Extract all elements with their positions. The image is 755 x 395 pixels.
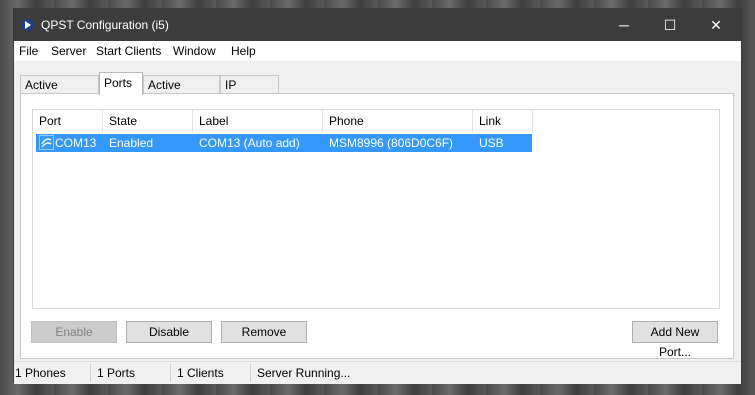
add-new-port-button[interactable]: Add New Port...	[632, 321, 718, 359]
menu-server[interactable]: Server	[51, 44, 86, 58]
tab-active-clients[interactable]: Active Clients	[143, 75, 220, 111]
column-header-link[interactable]: Link	[473, 110, 533, 132]
status-bar: 1 Phones 1 Ports 1 Clients Server Runnin…	[14, 361, 741, 384]
ports-list[interactable]: Port State Label Phone Link COM13 Enable…	[32, 109, 720, 309]
enable-button[interactable]: Enable	[31, 321, 117, 343]
menu-help[interactable]: Help	[231, 44, 256, 58]
close-button[interactable]: ✕	[693, 9, 739, 41]
window-title: QPST Configuration (i5)	[41, 18, 169, 32]
tab-ip-server[interactable]: IP Server	[220, 75, 279, 111]
serial-port-icon	[39, 135, 54, 150]
table-row[interactable]: COM13 Enabled COM13 (Auto add) MSM8996 (…	[36, 134, 532, 152]
qpst-window: QPST Configuration (i5) ─ ☐ ✕ File Serve…	[13, 8, 742, 384]
cell-label: COM13 (Auto add)	[199, 136, 300, 150]
menu-start-clients[interactable]: Start Clients	[96, 44, 161, 58]
remove-button[interactable]: Remove	[221, 321, 307, 343]
cell-phone: MSM8996 (806D0C6F)	[329, 136, 454, 150]
menu-file[interactable]: File	[19, 44, 38, 58]
cell-link: USB	[479, 136, 504, 150]
tab-active-phones[interactable]: Active Phones	[20, 75, 99, 111]
column-header-label[interactable]: Label	[193, 110, 323, 132]
maximize-button[interactable]: ☐	[647, 9, 693, 41]
close-icon: ✕	[710, 16, 722, 33]
disable-button[interactable]: Disable	[126, 321, 212, 343]
cell-state: Enabled	[109, 136, 154, 150]
status-phones: 1 Phones	[14, 364, 91, 382]
column-header-port[interactable]: Port	[33, 110, 103, 132]
minimize-button[interactable]: ─	[601, 9, 647, 41]
status-server: Server Running...	[257, 366, 351, 380]
status-clients: 1 Clients	[176, 364, 251, 382]
minimize-icon: ─	[619, 17, 629, 33]
column-header-phone[interactable]: Phone	[323, 110, 473, 132]
ports-tab-panel: Port State Label Phone Link COM13 Enable…	[20, 93, 734, 359]
tab-ports[interactable]: Ports	[99, 72, 143, 95]
status-ports: 1 Ports	[96, 364, 171, 382]
menu-bar: File Server Start Clients Window Help	[14, 41, 741, 61]
column-header-state[interactable]: State	[103, 110, 193, 132]
qpst-app-icon	[22, 19, 34, 31]
title-bar[interactable]: QPST Configuration (i5) ─ ☐ ✕	[14, 9, 741, 41]
cell-port: COM13	[55, 136, 97, 150]
maximize-icon: ☐	[663, 16, 677, 33]
menu-window[interactable]: Window	[173, 44, 216, 58]
